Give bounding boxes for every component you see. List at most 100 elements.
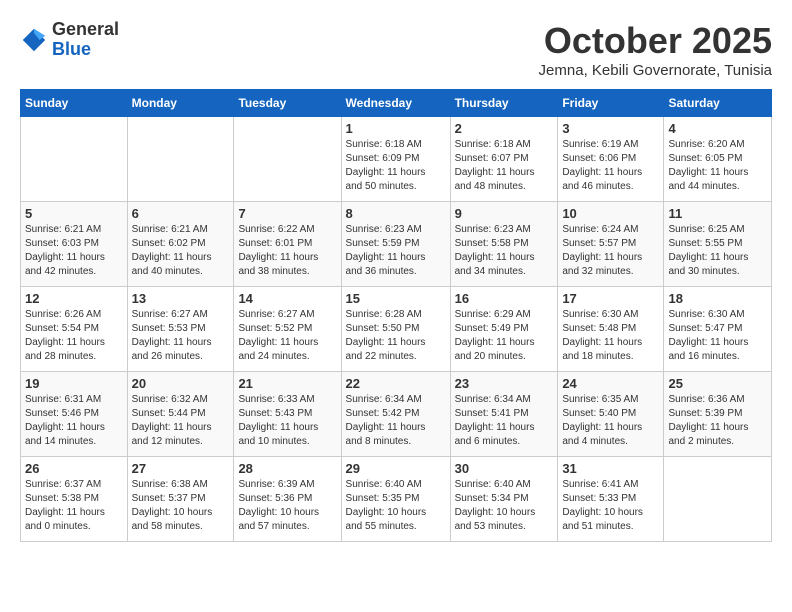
month-title: October 2025 [539,20,772,62]
day-info: Sunrise: 6:34 AM Sunset: 5:42 PM Dayligh… [346,393,446,449]
calendar-cell: 4Sunrise: 6:20 AM Sunset: 6:05 PM Daylig… [664,117,772,202]
day-number: 16 [455,291,554,306]
location-subtitle: Jemna, Kebili Governorate, Tunisia [539,62,772,79]
calendar-cell: 22 Sunrise: 6:34 AM Sunset: 5:42 PM Dayli… [341,372,450,457]
day-info: Sunrise: 6:30 AM Sunset: 5:47 PM Dayligh… [668,308,767,364]
day-number: 31 [562,461,659,476]
day-number: 27 [132,461,230,476]
day-info: Sunrise: 6:23 AM Sunset: 5:58 PM Dayligh… [455,223,554,279]
calendar-cell: 16 Sunrise: 6:29 AM Sunset: 5:49 PM Dayli… [450,287,558,372]
calendar-cell: 8Sunrise: 6:23 AM Sunset: 5:59 PM Daylig… [341,202,450,287]
logo: General Blue [20,20,119,60]
day-info: Sunrise: 6:32 AM Sunset: 5:44 PM Dayligh… [132,393,230,449]
day-number: 1 [346,121,446,136]
day-info: Sunrise: 6:39 AM Sunset: 5:36 PM Dayligh… [238,478,336,534]
header-row: SundayMondayTuesdayWednesdayThursdayFrid… [21,90,772,117]
week-row-2: 12Sunrise: 6:26 AM Sunset: 5:54 PM Dayli… [21,287,772,372]
day-number: 17 [562,291,659,306]
calendar-cell: 19 Sunrise: 6:31 AM Sunset: 5:46 PM Dayli… [21,372,128,457]
day-number: 10 [562,206,659,221]
day-info: Sunrise: 6:21 AM Sunset: 6:02 PM Dayligh… [132,223,230,279]
day-number: 14 [238,291,336,306]
calendar-cell: 23 Sunrise: 6:34 AM Sunset: 5:41 PM Dayli… [450,372,558,457]
day-number: 21 [238,376,336,391]
day-number: 15 [346,291,446,306]
day-number: 6 [132,206,230,221]
calendar-cell [127,117,234,202]
calendar-cell: 11Sunrise: 6:25 AM Sunset: 5:55 PM Dayli… [664,202,772,287]
calendar-cell: 12Sunrise: 6:26 AM Sunset: 5:54 PM Dayli… [21,287,128,372]
logo-icon [20,26,48,54]
day-info: Sunrise: 6:24 AM Sunset: 5:57 PM Dayligh… [562,223,659,279]
day-info: Sunrise: 6:41 AM Sunset: 5:33 PM Dayligh… [562,478,659,534]
day-info: Sunrise: 6:30 AM Sunset: 5:48 PM Dayligh… [562,308,659,364]
calendar-cell: 9Sunrise: 6:23 AM Sunset: 5:58 PM Daylig… [450,202,558,287]
calendar-cell: 13 Sunrise: 6:27 AM Sunset: 5:53 PM Dayli… [127,287,234,372]
day-info: Sunrise: 6:28 AM Sunset: 5:50 PM Dayligh… [346,308,446,364]
day-info: Sunrise: 6:20 AM Sunset: 6:05 PM Dayligh… [668,138,767,194]
calendar-cell: 31 Sunrise: 6:41 AM Sunset: 5:33 PM Dayli… [558,457,664,542]
header-day-monday: Monday [127,90,234,117]
day-info: Sunrise: 6:36 AM Sunset: 5:39 PM Dayligh… [668,393,767,449]
calendar-cell [664,457,772,542]
day-number: 2 [455,121,554,136]
day-info: Sunrise: 6:40 AM Sunset: 5:34 PM Dayligh… [455,478,554,534]
calendar-cell: 1Sunrise: 6:18 AM Sunset: 6:09 PM Daylig… [341,117,450,202]
week-row-1: 5 Sunrise: 6:21 AM Sunset: 6:03 PM Daylig… [21,202,772,287]
day-info: Sunrise: 6:37 AM Sunset: 5:38 PM Dayligh… [25,478,123,534]
day-info: Sunrise: 6:33 AM Sunset: 5:43 PM Dayligh… [238,393,336,449]
day-number: 12 [25,291,123,306]
day-info: Sunrise: 6:35 AM Sunset: 5:40 PM Dayligh… [562,393,659,449]
calendar-cell [234,117,341,202]
day-info: Sunrise: 6:22 AM Sunset: 6:01 PM Dayligh… [238,223,336,279]
calendar-cell: 24 Sunrise: 6:35 AM Sunset: 5:40 PM Dayli… [558,372,664,457]
day-number: 23 [455,376,554,391]
calendar-cell: 25 Sunrise: 6:36 AM Sunset: 5:39 PM Dayli… [664,372,772,457]
day-number: 28 [238,461,336,476]
calendar-cell: 26Sunrise: 6:37 AM Sunset: 5:38 PM Dayli… [21,457,128,542]
day-number: 25 [668,376,767,391]
day-number: 20 [132,376,230,391]
day-number: 5 [25,206,123,221]
calendar-cell: 3 Sunrise: 6:19 AM Sunset: 6:06 PM Daylig… [558,117,664,202]
day-info: Sunrise: 6:19 AM Sunset: 6:06 PM Dayligh… [562,138,659,194]
day-info: Sunrise: 6:29 AM Sunset: 5:49 PM Dayligh… [455,308,554,364]
day-info: Sunrise: 6:27 AM Sunset: 5:53 PM Dayligh… [132,308,230,364]
day-info: Sunrise: 6:40 AM Sunset: 5:35 PM Dayligh… [346,478,446,534]
week-row-0: 1Sunrise: 6:18 AM Sunset: 6:09 PM Daylig… [21,117,772,202]
header-day-tuesday: Tuesday [234,90,341,117]
day-number: 7 [238,206,336,221]
day-info: Sunrise: 6:21 AM Sunset: 6:03 PM Dayligh… [25,223,123,279]
title-block: October 2025 Jemna, Kebili Governorate, … [539,20,772,79]
day-number: 22 [346,376,446,391]
day-info: Sunrise: 6:31 AM Sunset: 5:46 PM Dayligh… [25,393,123,449]
header-day-sunday: Sunday [21,90,128,117]
day-number: 13 [132,291,230,306]
page-header: General Blue October 2025 Jemna, Kebili … [20,20,772,79]
calendar-body: 1Sunrise: 6:18 AM Sunset: 6:09 PM Daylig… [21,117,772,542]
day-info: Sunrise: 6:34 AM Sunset: 5:41 PM Dayligh… [455,393,554,449]
day-number: 19 [25,376,123,391]
day-number: 3 [562,121,659,136]
calendar-cell: 18 Sunrise: 6:30 AM Sunset: 5:47 PM Dayli… [664,287,772,372]
logo-text: General Blue [52,20,119,60]
calendar-cell: 20 Sunrise: 6:32 AM Sunset: 5:44 PM Dayli… [127,372,234,457]
calendar-cell [21,117,128,202]
header-day-wednesday: Wednesday [341,90,450,117]
calendar-cell: 7 Sunrise: 6:22 AM Sunset: 6:01 PM Daylig… [234,202,341,287]
day-number: 30 [455,461,554,476]
day-info: Sunrise: 6:27 AM Sunset: 5:52 PM Dayligh… [238,308,336,364]
day-info: Sunrise: 6:18 AM Sunset: 6:07 PM Dayligh… [455,138,554,194]
calendar-cell: 29Sunrise: 6:40 AM Sunset: 5:35 PM Dayli… [341,457,450,542]
day-number: 24 [562,376,659,391]
calendar-cell: 21 Sunrise: 6:33 AM Sunset: 5:43 PM Dayli… [234,372,341,457]
calendar-cell: 14 Sunrise: 6:27 AM Sunset: 5:52 PM Dayli… [234,287,341,372]
calendar-cell: 17 Sunrise: 6:30 AM Sunset: 5:48 PM Dayli… [558,287,664,372]
calendar-cell: 2 Sunrise: 6:18 AM Sunset: 6:07 PM Daylig… [450,117,558,202]
calendar-cell: 27Sunrise: 6:38 AM Sunset: 5:37 PM Dayli… [127,457,234,542]
calendar-header: SundayMondayTuesdayWednesdayThursdayFrid… [21,90,772,117]
day-number: 18 [668,291,767,306]
day-number: 11 [668,206,767,221]
calendar-table: SundayMondayTuesdayWednesdayThursdayFrid… [20,89,772,542]
header-day-saturday: Saturday [664,90,772,117]
